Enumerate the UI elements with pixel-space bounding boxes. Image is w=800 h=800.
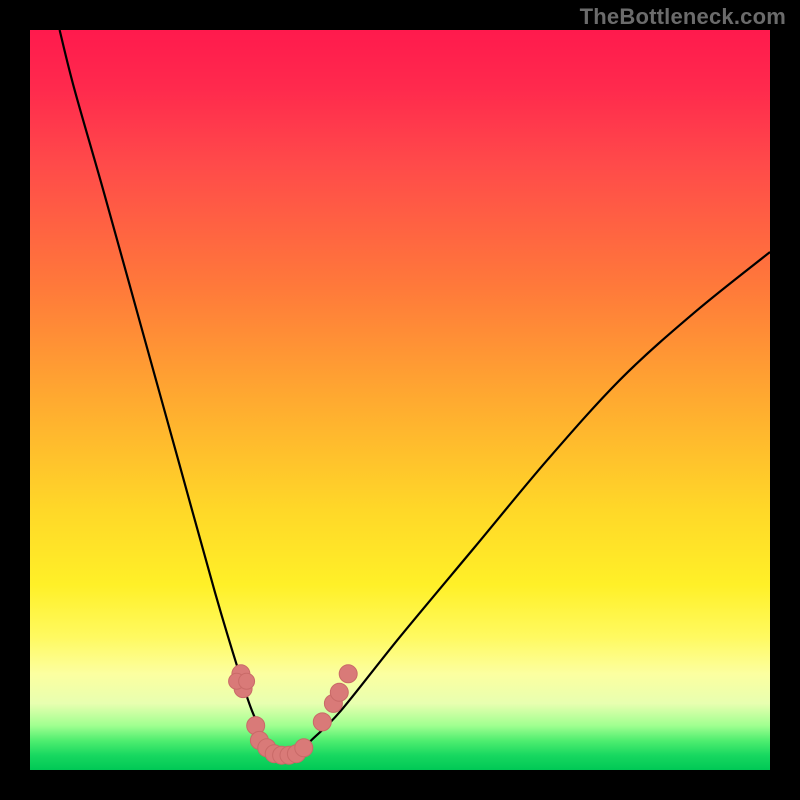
curve-bead: [239, 673, 255, 689]
curve-bead: [295, 739, 313, 757]
curve-bead: [313, 713, 331, 731]
watermark-text: TheBottleneck.com: [580, 4, 786, 30]
curve-bead: [330, 683, 348, 701]
chart-frame: TheBottleneck.com: [0, 0, 800, 800]
curve-bead: [339, 665, 357, 683]
curve-svg: [30, 30, 770, 770]
bottleneck-curve: [60, 30, 770, 756]
plot-area: [30, 30, 770, 770]
